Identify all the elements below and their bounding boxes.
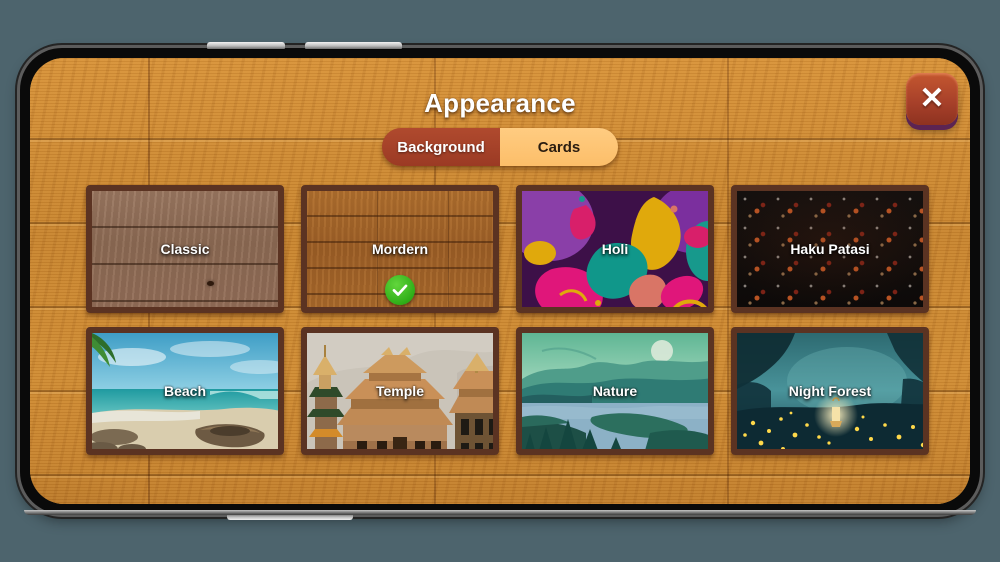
- background-option-night-forest[interactable]: Night Forest: [731, 327, 929, 455]
- close-x-icon: ✕: [919, 82, 945, 115]
- volume-up-button[interactable]: [207, 42, 285, 49]
- background-option-temple[interactable]: Temple: [301, 327, 499, 455]
- background-option-nature[interactable]: Nature: [516, 327, 714, 455]
- phone-screen: Appearance ✕ Background Cards Classic Mo…: [30, 58, 970, 504]
- volume-down-button[interactable]: [305, 42, 402, 49]
- holi-thumbnail-art: [522, 191, 708, 307]
- power-button[interactable]: [227, 514, 353, 520]
- haku-patasi-thumbnail-art: [737, 191, 923, 307]
- screenshot-stage: Appearance ✕ Background Cards Classic Mo…: [0, 0, 1000, 562]
- phone-device-frame: Appearance ✕ Background Cards Classic Mo…: [20, 42, 980, 520]
- background-option-beach[interactable]: Beach: [86, 327, 284, 455]
- appearance-tab-bar: Background Cards: [382, 128, 618, 166]
- close-button[interactable]: ✕: [906, 73, 958, 125]
- night-forest-thumbnail-art: [737, 333, 923, 449]
- background-option-haku-patasi[interactable]: Haku Patasi: [731, 185, 929, 313]
- selected-check-badge: [385, 274, 415, 305]
- tab-cards[interactable]: Cards: [500, 128, 618, 166]
- tab-background[interactable]: Background: [382, 128, 500, 166]
- background-option-mordern[interactable]: Mordern: [301, 185, 499, 313]
- temple-thumbnail-art: [307, 333, 493, 449]
- nature-thumbnail-art: [522, 333, 708, 449]
- background-grid: Classic Mordern Holi Haku Patasi Beach T…: [86, 185, 929, 455]
- background-option-classic[interactable]: Classic: [86, 185, 284, 313]
- page-title: Appearance: [424, 88, 576, 118]
- beach-thumbnail-art: [92, 333, 278, 449]
- check-icon: [392, 284, 408, 296]
- classic-thumbnail-art: [92, 191, 278, 307]
- background-option-holi[interactable]: Holi: [516, 185, 714, 313]
